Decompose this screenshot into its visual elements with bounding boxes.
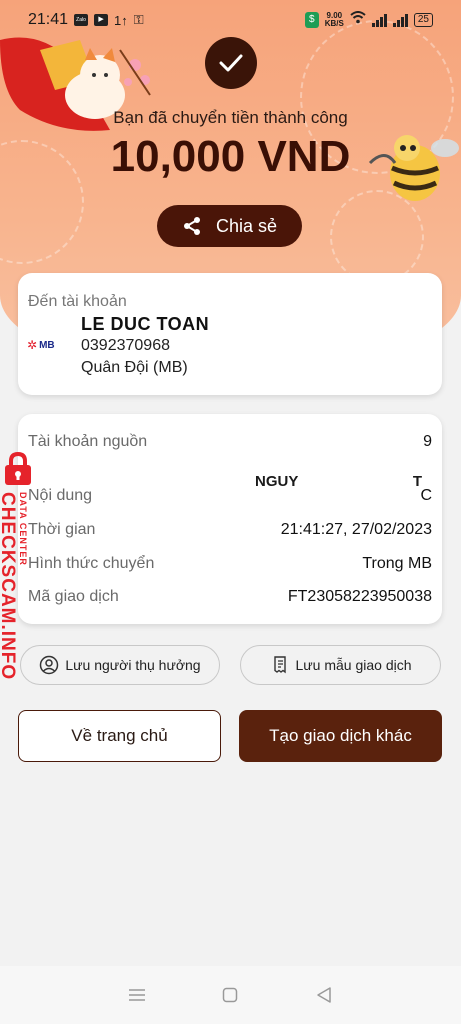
method-label: Hình thức chuyển [28,555,155,572]
mb-bank-logo: ✲ MB [27,338,55,352]
destination-title: Đến tài khoản [28,293,127,310]
receipt-icon [273,656,286,674]
home-button[interactable]: Về trang chủ [18,710,221,762]
source-account-label: Tài khoản nguồn [28,433,148,450]
lock-icon [5,452,31,485]
shield-dollar-icon: $ [304,12,319,28]
share-label: Chia sẻ [215,215,278,236]
time-value: 21:41:27, 27/02/2023 [280,521,432,538]
method-value: Trong MB [362,555,432,572]
recent-apps-button[interactable] [122,980,152,1010]
save-template-label: Lưu mẫu giao dịch [295,657,412,673]
recipient-account-number: 0392370968 [81,337,170,354]
net-speed: 9.00 KB/S [324,11,344,28]
zalo-icon: Zalo [74,14,89,26]
transfer-amount: 10,000 VND [110,132,351,181]
signal-icon [392,13,408,27]
watermark-sub: DATA CENTER [18,492,28,566]
destination-account-card: Đến tài khoản ✲ MB LE DUC TOAN 0392370968… [18,273,442,395]
save-beneficiary-button[interactable]: Lưu người thụ hưởng [20,645,220,685]
menu-icon [128,989,145,1001]
signal-icon [371,13,387,27]
battery-indicator: 25 [413,13,433,27]
checkscam-watermark: DATA CENTER CHECKSCAM.INFO [0,452,42,682]
share-icon [183,217,200,235]
system-nav-bar [0,966,461,1024]
recipient-name: LE DUC TOAN [81,314,210,334]
user-circle-icon [40,655,59,675]
share-button[interactable]: Chia sẻ [157,205,302,247]
wifi-icon [350,11,366,29]
new-transaction-button[interactable]: Tạo giao dịch khác [239,710,442,762]
save-template-button[interactable]: Lưu mẫu giao dịch [240,645,441,685]
back-triangle-icon [317,987,331,1003]
notification-icon: 1↑ [114,12,128,28]
home-square-icon [223,987,238,1003]
check-icon [219,54,243,72]
watermark-main: CHECKSCAM.INFO [0,492,18,681]
home-nav-button[interactable] [215,980,245,1010]
recipient-bank: Quân Đội (MB) [81,359,188,376]
status-bar: 21:41 Zalo ▶ 1↑ ⚿ $ 9.00 KB/S 25 [0,0,461,40]
content-value: C [420,487,432,504]
save-beneficiary-label: Lưu người thụ hưởng [65,657,201,673]
source-account-value: 9 [423,433,432,450]
youtube-icon: ▶ [94,14,109,26]
success-check-badge [205,37,257,89]
success-message: Bạn đã chuyển tiền thành công [113,108,348,127]
transaction-details-card: Tài khoản nguồn 9 NGUY T Nội dung C Thời… [18,414,442,624]
status-time: 21:41 [28,11,69,28]
transaction-code-value: FT23058223950038 [287,588,432,605]
back-nav-button[interactable] [309,980,339,1010]
key-icon: ⚿ [133,12,144,27]
